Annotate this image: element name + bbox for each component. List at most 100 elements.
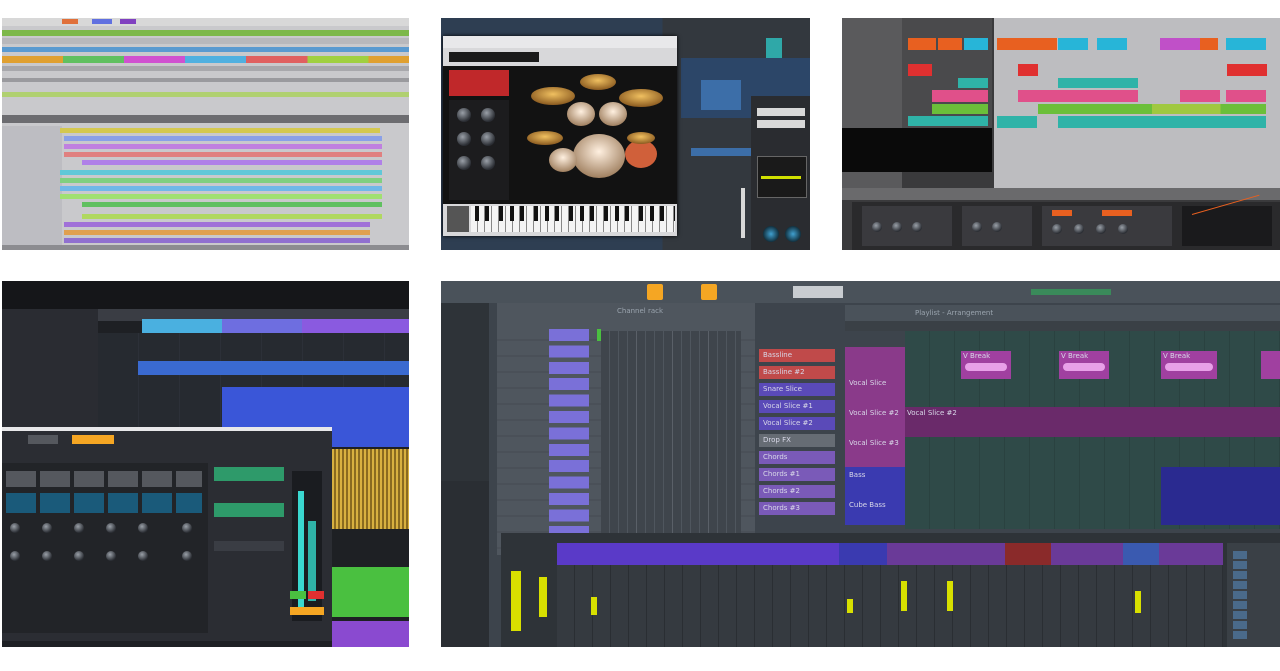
scrollbar[interactable]: [2, 245, 409, 250]
field[interactable]: [757, 108, 805, 116]
knob[interactable]: [1118, 224, 1128, 234]
clip[interactable]: [1097, 38, 1127, 50]
insert-slots[interactable]: [1233, 551, 1247, 641]
knob[interactable]: [481, 132, 495, 146]
knob[interactable]: [138, 523, 148, 533]
clip[interactable]: [1038, 104, 1266, 114]
clip[interactable]: [1018, 64, 1038, 76]
playlist-clip[interactable]: V Break: [1161, 351, 1217, 379]
knob[interactable]: [74, 523, 84, 533]
play-button[interactable]: [647, 284, 663, 300]
pattern-selector[interactable]: [793, 286, 843, 298]
clip[interactable]: [997, 116, 1037, 128]
knob[interactable]: [182, 523, 192, 533]
clip[interactable]: [82, 202, 382, 207]
knob[interactable]: [481, 108, 495, 122]
knob[interactable]: [106, 523, 116, 533]
knob[interactable]: [74, 551, 84, 561]
knob[interactable]: [1074, 224, 1084, 234]
knob[interactable]: [972, 222, 982, 232]
clip[interactable]: [997, 38, 1057, 50]
clip[interactable]: [1226, 38, 1266, 50]
knob[interactable]: [1052, 224, 1062, 234]
pattern-item[interactable]: Chords #1: [759, 468, 835, 481]
button[interactable]: [308, 591, 324, 599]
toolbar-button[interactable]: [62, 19, 78, 24]
clip[interactable]: [691, 148, 751, 156]
playlist-clip[interactable]: V Break: [1059, 351, 1109, 379]
pattern-item[interactable]: Chords #3: [759, 502, 835, 515]
playlist-clip-long[interactable]: Vocal Slice #2: [905, 407, 1280, 437]
clip-slot[interactable]: [932, 90, 988, 102]
send-slot[interactable]: [214, 467, 284, 481]
pitch-wheel[interactable]: [447, 206, 469, 232]
knob[interactable]: [912, 222, 922, 232]
knob[interactable]: [992, 222, 1002, 232]
knob[interactable]: [42, 523, 52, 533]
clip[interactable]: [60, 194, 382, 199]
send-slot[interactable]: [214, 541, 284, 551]
clip[interactable]: [138, 361, 409, 375]
clip[interactable]: [60, 186, 382, 191]
pattern-item[interactable]: Snare Slice: [759, 383, 835, 396]
step-sequencer[interactable]: [601, 331, 741, 551]
clip[interactable]: [1018, 90, 1058, 102]
clip[interactable]: [1226, 90, 1266, 102]
knob[interactable]: [872, 222, 882, 232]
clip-slot[interactable]: [932, 104, 988, 114]
clip[interactable]: [64, 222, 370, 227]
clip[interactable]: [60, 170, 382, 175]
knob[interactable]: [10, 551, 20, 561]
playlist-clip[interactable]: [1261, 351, 1280, 379]
pattern-button[interactable]: [701, 284, 717, 300]
clip[interactable]: [64, 238, 370, 243]
knob[interactable]: [1096, 224, 1106, 234]
clip[interactable]: [64, 144, 382, 149]
playlist-clip-bass[interactable]: [1161, 467, 1280, 525]
clip[interactable]: [1058, 38, 1088, 50]
knob[interactable]: [457, 132, 471, 146]
clip-slot[interactable]: [908, 38, 936, 50]
clip[interactable]: [332, 621, 409, 647]
clip[interactable]: [82, 160, 382, 165]
pattern-item[interactable]: Bassline #2: [759, 366, 835, 379]
channel-buttons[interactable]: [549, 329, 589, 549]
mixer-channels[interactable]: [557, 565, 1223, 647]
knob[interactable]: [457, 156, 471, 170]
clip[interactable]: [1058, 116, 1266, 128]
knob[interactable]: [106, 551, 116, 561]
clip-slot[interactable]: [958, 78, 988, 88]
clip[interactable]: [766, 38, 782, 58]
knob[interactable]: [138, 551, 148, 561]
clip[interactable]: [64, 152, 382, 157]
clip[interactable]: [64, 136, 382, 141]
knob[interactable]: [42, 551, 52, 561]
preset-selector[interactable]: [449, 52, 539, 62]
clip[interactable]: [332, 567, 409, 617]
pattern-item[interactable]: Chords #2: [759, 485, 835, 498]
clip-slot[interactable]: [964, 38, 988, 50]
send-slot[interactable]: [214, 503, 284, 517]
pattern-item[interactable]: Drop FX: [759, 434, 835, 447]
clip-slot[interactable]: [908, 64, 932, 76]
clip[interactable]: [1160, 38, 1200, 50]
clip[interactable]: [1180, 90, 1220, 102]
clip-slot[interactable]: [938, 38, 962, 50]
clip[interactable]: [1058, 78, 1138, 88]
field[interactable]: [757, 120, 805, 128]
clip[interactable]: [1058, 90, 1138, 102]
clip[interactable]: [64, 230, 370, 235]
pattern-item[interactable]: Bassline: [759, 349, 835, 362]
knob[interactable]: [892, 222, 902, 232]
clip[interactable]: [332, 433, 409, 447]
audio-clip[interactable]: [332, 449, 409, 529]
button[interactable]: [290, 591, 306, 599]
clip[interactable]: [1200, 38, 1218, 50]
pattern-item[interactable]: Vocal Slice #1: [759, 400, 835, 413]
clip[interactable]: [142, 319, 409, 333]
clip[interactable]: [82, 214, 382, 219]
clip[interactable]: [60, 178, 382, 183]
clip-slot[interactable]: [908, 116, 988, 126]
pattern-item[interactable]: Chords: [759, 451, 835, 464]
toolbar-button[interactable]: [92, 19, 112, 24]
